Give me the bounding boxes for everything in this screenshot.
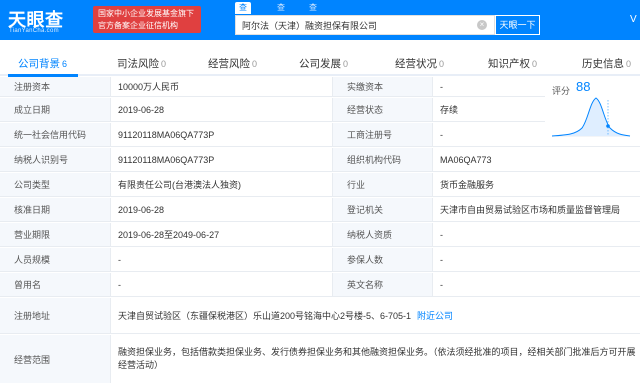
field-label: 纳税人资质: [332, 223, 432, 246]
badge-line-2: 官方备案企业征信机构: [98, 21, 178, 30]
tab-label: 知识产权: [488, 58, 530, 70]
field-label: 成立日期: [0, 98, 110, 121]
table-row: 纳税人识别号 91120118MA06QA773P 组织机构代码 MA06QA7…: [0, 148, 640, 172]
table-row: 曾用名 - 英文名称 -: [0, 273, 640, 297]
tab-legal-risk[interactable]: 司法风险 0: [117, 54, 166, 74]
field-value: 91120118MA06QA773P: [110, 148, 332, 171]
business-scope-value: 融资担保业务，包括借款类担保业务、发行债券担保业务和其他融资担保业务。（依法须经…: [110, 335, 640, 383]
field-label: 注册资本: [0, 77, 110, 96]
field-value: 货币金融服务: [432, 173, 640, 196]
tab-count: 6: [62, 59, 68, 69]
field-label: 纳税人识别号: [0, 148, 110, 171]
field-label: 人员规模: [0, 248, 110, 271]
field-value: 91120118MA06QA773P: [110, 123, 332, 146]
logo-subtitle: TianYanCha.com: [9, 28, 59, 34]
field-value: 天津市自由贸易试验区市场和质量监督管理局: [432, 198, 640, 221]
address-row: 注册地址 天津自贸试验区（东疆保税港区）乐山道200号铭海中心2号楼-5、6-7…: [0, 298, 640, 334]
tab-label: 公司背景: [18, 58, 60, 70]
vip-icon[interactable]: V: [630, 14, 637, 25]
tab-count: 0: [252, 59, 258, 69]
search-tab-relation[interactable]: 查关系: [305, 2, 321, 36]
field-label: 核准日期: [0, 198, 110, 221]
field-label: 曾用名: [0, 273, 110, 296]
score-panel[interactable]: 评分 88: [545, 79, 640, 144]
section-tabs: 公司背景 6 司法风险 0 经营风险 0 公司发展 0 经营状况 0 知识产权 0 历史信息…: [0, 52, 640, 76]
top-header: 天眼查 TianYanCha.com 国家中小企业发展基金旗下 官方备案企业征信…: [0, 0, 640, 40]
table-row: 营业期限 2019-06-28至2049-06-27 纳税人资质 -: [0, 223, 640, 247]
field-label: 登记机关: [332, 198, 432, 221]
table-row: 人员规模 - 参保人数 -: [0, 248, 640, 272]
table-row: 成立日期 2019-06-28 经营状态 存续: [0, 98, 640, 122]
table-row: 核准日期 2019-06-28 登记机关 天津市自由贸易试验区市场和质量监督管理…: [0, 198, 640, 222]
field-value: -: [432, 223, 640, 246]
tab-count: 0: [626, 59, 632, 69]
field-label: 营业期限: [0, 223, 110, 246]
certification-badge[interactable]: 国家中小企业发展基金旗下 官方备案企业征信机构: [93, 6, 201, 33]
tab-intellectual-property[interactable]: 知识产权 0: [488, 54, 537, 74]
field-label: 统一社会信用代码: [0, 123, 110, 146]
tab-company-development[interactable]: 公司发展 0: [299, 54, 348, 74]
search-input[interactable]: [242, 16, 462, 34]
field-label: 经营范围: [0, 335, 110, 383]
score-value: 88: [576, 79, 591, 94]
field-value: 2019-06-28: [110, 198, 332, 221]
field-label: 公司类型: [0, 173, 110, 196]
field-label: 组织机构代码: [332, 148, 432, 171]
score-point: [606, 124, 610, 128]
tab-label: 历史信息: [582, 58, 624, 70]
field-label: 参保人数: [332, 248, 432, 271]
field-value: -: [432, 248, 640, 271]
tianyancha-logo[interactable]: 天眼查 TianYanCha.com: [8, 6, 88, 36]
nearby-companies-link[interactable]: 附近公司: [417, 309, 453, 322]
field-value: 有限责任公司(台港澳法人独资): [110, 173, 332, 196]
search-box: ×: [235, 15, 495, 35]
field-label: 英文名称: [332, 273, 432, 296]
field-label: 行业: [332, 173, 432, 196]
tab-count: 0: [532, 59, 538, 69]
tab-label: 司法风险: [117, 58, 159, 70]
field-value: -: [110, 248, 332, 271]
field-label: 工商注册号: [332, 123, 432, 146]
field-value: 2019-06-28: [110, 98, 332, 121]
tab-count: 0: [343, 59, 349, 69]
badge-line-1: 国家中小企业发展基金旗下: [98, 9, 194, 18]
search-button[interactable]: 天眼一下: [495, 15, 540, 35]
tab-label: 公司发展: [299, 58, 341, 70]
table-row: 注册资本 10000万人民币 实缴资本 -: [0, 77, 640, 97]
field-label: 注册地址: [0, 298, 110, 333]
business-scope-row: 经营范围 融资担保业务，包括借款类担保业务、发行债券担保业务和其他融资担保业务。…: [0, 335, 640, 383]
address-cell: 天津自贸试验区（东疆保税港区）乐山道200号铭海中心2号楼-5、6-705-1 …: [110, 298, 640, 333]
tab-operating-status[interactable]: 经营状况 0: [395, 54, 444, 74]
tab-count: 0: [161, 59, 167, 69]
tab-history[interactable]: 历史信息 0: [582, 54, 631, 74]
field-label: 经营状态: [332, 98, 432, 121]
field-value: -: [432, 273, 640, 296]
search-tab-company[interactable]: 查公司: [235, 2, 251, 36]
tab-label: 经营状况: [395, 58, 437, 70]
field-value: -: [110, 273, 332, 296]
tab-label: 经营风险: [208, 58, 250, 70]
address-value: 天津自贸试验区（东疆保税港区）乐山道200号铭海中心2号楼-5、6-705-1: [118, 311, 412, 321]
distribution-area: [552, 98, 630, 136]
clear-icon[interactable]: ×: [477, 20, 487, 30]
search-tab-boss[interactable]: 查老板: [273, 2, 289, 36]
field-value: MA06QA773: [432, 148, 640, 171]
tab-company-background[interactable]: 公司背景 6: [18, 54, 67, 74]
field-label: 实缴资本: [332, 77, 432, 96]
field-value: 10000万人民币: [110, 77, 332, 96]
field-value: 2019-06-28至2049-06-27: [110, 223, 332, 246]
tab-count: 0: [439, 59, 445, 69]
score-distribution-chart: [551, 97, 631, 137]
tab-operating-risk[interactable]: 经营风险 0: [208, 54, 257, 74]
table-row: 统一社会信用代码 91120118MA06QA773P 工商注册号 -: [0, 123, 640, 147]
table-row: 公司类型 有限责任公司(台港澳法人独资) 行业 货币金融服务: [0, 173, 640, 197]
